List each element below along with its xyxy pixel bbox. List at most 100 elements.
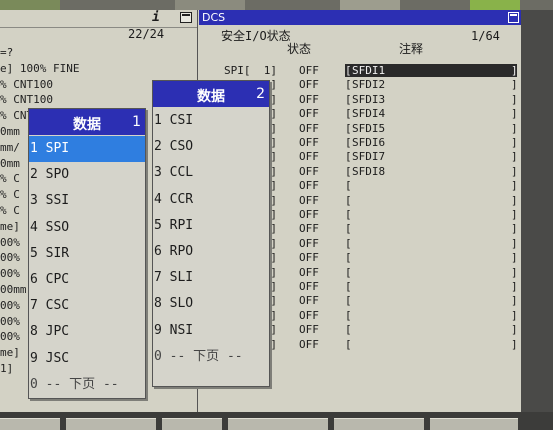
bracket: ] (511, 193, 518, 207)
program-line: 00% (0, 298, 20, 312)
bracket: ] (511, 323, 518, 337)
menu-item[interactable]: 4 SSO (29, 215, 145, 241)
function-key[interactable] (66, 418, 156, 430)
io-comment-field[interactable]: [] (345, 236, 518, 250)
bracket: ] (511, 150, 518, 164)
menu-item[interactable]: 6 CPC (29, 267, 145, 293)
io-status-value: OFF (299, 164, 319, 178)
io-comment-field[interactable]: [] (345, 323, 518, 337)
top-key (470, 0, 520, 10)
function-key[interactable] (162, 418, 222, 430)
io-status-value: OFF (299, 150, 319, 164)
menu-item[interactable]: 3 CCL (153, 160, 269, 186)
io-comment-field[interactable]: [SFDI4] (345, 107, 518, 120)
menu-item[interactable]: 9 JSC (29, 346, 145, 372)
bracket: ] (511, 92, 518, 106)
bracket: ] (511, 222, 518, 236)
io-comment-field[interactable]: [] (345, 179, 518, 193)
program-line: 0mm (0, 156, 20, 170)
io-comment-field[interactable]: [] (345, 251, 518, 264)
maximize-icon[interactable] (180, 12, 192, 23)
menu-item[interactable]: 0 -- 下页 -- (153, 344, 269, 370)
function-key[interactable] (430, 418, 518, 430)
teach-pendant-screen: i 22/24 =? e] 100% FINE % CNT100 % CNT100 % … (0, 10, 521, 422)
io-row[interactable]: SPI[ 1] OFF [SFDI1] (199, 64, 521, 78)
menu-item[interactable]: 3 SSI (29, 188, 145, 214)
bracket: [ (345, 64, 352, 77)
io-comment-field[interactable]: [] (345, 338, 518, 351)
menu-item[interactable]: 1 CSI (153, 108, 269, 134)
menu-title-bar: 数据 1 (29, 109, 145, 135)
bracket: [ (345, 179, 352, 193)
io-comment-field[interactable]: [SFDI1] (345, 64, 518, 77)
top-key (0, 0, 60, 10)
io-status-value: OFF (299, 92, 319, 106)
program-pane-titlebar: i (0, 10, 197, 28)
data-type-menu-1: 数据 1 1 SPI 2 SPO 3 SSI 4 SSO 5 SIR 6 CPC 7 CSC… (28, 108, 146, 399)
top-key (175, 0, 245, 10)
menu-item[interactable]: 8 SLO (153, 291, 269, 317)
menu-item[interactable]: 2 SPO (29, 162, 145, 188)
io-comment-field[interactable]: [SFDI3] (345, 92, 518, 106)
bracket: [ (345, 222, 352, 236)
io-comment-field[interactable]: [SFDI2] (345, 78, 518, 91)
menu-page-number: 1 (132, 114, 141, 130)
menu-item[interactable]: 2 CSO (153, 134, 269, 160)
io-comment-field[interactable]: [] (345, 222, 518, 236)
data-type-menu-2: 数据 2 1 CSI 2 CSO 3 CCL 4 CCR 5 RPI 6 RPO 7 SLI… (152, 80, 270, 387)
menu-item[interactable]: 0 -- 下页 -- (29, 372, 145, 398)
io-comment-field[interactable]: [] (345, 208, 518, 221)
bracket: ] (511, 164, 518, 178)
bracket: ] (511, 280, 518, 293)
bracket: [ (345, 193, 352, 207)
function-key[interactable] (334, 418, 424, 430)
io-status-value: OFF (299, 280, 319, 293)
menu-item[interactable]: 9 NSI (153, 318, 269, 344)
bracket: ] (511, 265, 518, 279)
io-comment-field[interactable]: [] (345, 193, 518, 207)
function-key[interactable] (228, 418, 328, 430)
menu-item[interactable]: 8 JPC (29, 319, 145, 345)
program-line: 00% (0, 235, 20, 249)
io-status-value: OFF (299, 251, 319, 265)
io-status-value: OFF (299, 121, 319, 135)
io-comment-text: SFDI5 (352, 121, 386, 135)
bracket: ] (511, 208, 518, 221)
io-comment-field[interactable]: [SFDI8] (345, 164, 518, 178)
io-comment-text: SFDI6 (352, 136, 386, 149)
maximize-icon[interactable] (508, 12, 519, 23)
menu-item[interactable]: 7 SLI (153, 265, 269, 291)
menu-item[interactable]: 6 RPO (153, 239, 269, 265)
io-comment-field[interactable]: [] (345, 265, 518, 279)
safety-io-heading: 安全I/O状态 (221, 29, 291, 43)
top-bezel (0, 0, 553, 10)
bracket: [ (345, 236, 352, 250)
io-status-value: OFF (299, 107, 319, 121)
io-comment-field[interactable]: [SFDI5] (345, 121, 518, 135)
dcs-page-number: 1/64 (471, 29, 500, 43)
io-comment-field[interactable]: [SFDI7] (345, 150, 518, 164)
info-icon[interactable]: i (152, 10, 160, 25)
menu-item[interactable]: 1 SPI (29, 136, 145, 162)
bracket: [ (345, 294, 352, 308)
menu-item[interactable]: 5 RPI (153, 213, 269, 239)
io-status-value: OFF (299, 208, 319, 221)
io-comment-field[interactable]: [] (345, 309, 518, 322)
io-comment-field[interactable]: [] (345, 280, 518, 293)
menu-item[interactable]: 4 CCR (153, 187, 269, 213)
menu-item[interactable]: 7 CSC (29, 293, 145, 319)
bracket: [ (345, 208, 352, 221)
program-line: 00% (0, 251, 20, 265)
menu-page-number: 2 (256, 86, 265, 102)
io-comment-field[interactable]: [] (345, 294, 518, 308)
bracket: [ (345, 280, 352, 293)
function-key[interactable] (0, 418, 60, 430)
program-line: % CNT100 (0, 93, 53, 107)
io-comment-field[interactable]: [SFDI6] (345, 136, 518, 149)
program-line: % CNT100 (0, 77, 53, 91)
bracket: [ (345, 136, 352, 149)
io-status-value: OFF (299, 265, 319, 279)
menu-item[interactable]: 5 SIR (29, 241, 145, 267)
program-page-number: 22/24 (128, 27, 165, 41)
program-line: 00% (0, 314, 20, 328)
